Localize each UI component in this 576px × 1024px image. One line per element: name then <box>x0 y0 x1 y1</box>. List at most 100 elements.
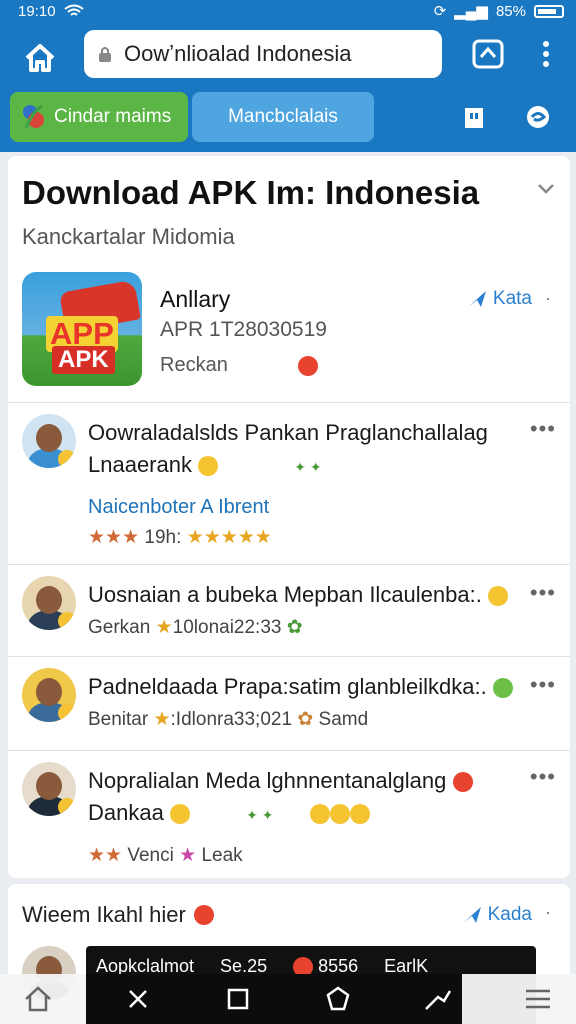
browser-toolbar: Oowʼnlioalad Indonesia Cindar maims Manc… <box>0 22 576 152</box>
emoji-icon <box>492 678 513 699</box>
more-icon[interactable]: ••• <box>530 580 556 606</box>
more-icon[interactable]: ••• <box>530 764 556 790</box>
tabs-icon <box>472 39 504 69</box>
share-label: Kata <box>492 288 532 309</box>
emoji-icon <box>58 450 76 468</box>
post-link[interactable]: Naicenboter A Ibrent <box>88 496 269 519</box>
chat-button[interactable] <box>518 98 558 138</box>
wifi-icon <box>63 4 84 16</box>
star-icon: ★★★★★ <box>186 527 272 548</box>
divider <box>8 402 570 403</box>
star-icon: ★ <box>155 617 173 638</box>
signal-icon: ▂▄▆ <box>454 3 488 20</box>
emoji-icon <box>198 456 219 477</box>
bottom-navigation <box>0 974 576 1024</box>
pentagon-icon <box>326 986 350 1011</box>
app-version: APR 1T28030519 <box>160 318 327 341</box>
bookmark-button[interactable] <box>454 98 494 138</box>
share-icon <box>462 907 481 923</box>
battery-icon <box>534 4 564 18</box>
more-icon[interactable]: ••• <box>530 416 556 442</box>
avatar <box>22 414 76 468</box>
post-line2: Dankaa <box>88 800 164 825</box>
star-icon: ★★ <box>88 845 123 866</box>
nav-square-button[interactable] <box>220 981 256 1017</box>
apk-icon-label: APK <box>52 346 115 374</box>
section-title-text: Wieem Ikahl hier <box>22 902 186 927</box>
close-icon <box>129 990 147 1008</box>
emoji-icon <box>193 905 214 925</box>
emoji-icon <box>58 704 76 722</box>
chat-icon <box>527 106 549 128</box>
nav-close-button[interactable] <box>120 981 156 1017</box>
emoji-icon <box>297 355 318 376</box>
post-line2: Lnaaerank <box>88 452 192 477</box>
url-text: Oowʼnlioalad Indonesia <box>124 41 352 66</box>
tabs-button[interactable] <box>468 34 508 74</box>
post-meta-time: 10lonai22:33 <box>172 617 282 638</box>
page-title: Download APK Im: Indonesia <box>22 174 480 211</box>
post-meta-time: :Idlonra33;021 <box>170 709 293 730</box>
star-icon: ★ <box>179 845 197 866</box>
more-icon[interactable]: · <box>540 903 556 921</box>
tab-label: Cindar maims <box>54 106 172 127</box>
home-button[interactable] <box>18 36 62 80</box>
avatar-head <box>36 424 62 452</box>
tab-green[interactable]: Cindar maims <box>10 92 188 142</box>
nav-hook-button[interactable] <box>420 981 456 1017</box>
status-time: 19:10 <box>18 2 56 20</box>
more-icon[interactable]: · <box>540 289 556 307</box>
flower-icon: ✿ <box>297 709 314 730</box>
hook-icon <box>425 990 452 1010</box>
share-button[interactable]: Kada <box>462 904 532 926</box>
hamburger-icon <box>526 989 550 1009</box>
post-text: Padneldaada Prapa:satim glanbleilkdka:. <box>88 674 513 700</box>
post-meta-author: Gerkan <box>88 617 151 638</box>
share-label: Kada <box>487 904 532 925</box>
nav-pentagon-button[interactable] <box>320 981 356 1017</box>
post-line1: Padneldaada Prapa:satim glanbleilkdka:. <box>88 674 487 699</box>
nav-home-button[interactable] <box>20 981 56 1017</box>
emoji-icon <box>309 804 330 825</box>
tab-label: Mancbclalais <box>228 106 338 127</box>
post-text-2: Dankaa ✦ ✦ <box>88 800 370 826</box>
post-text-2: Lnaaerank ✦ ✦ <box>88 452 322 478</box>
menu-button[interactable] <box>526 34 566 74</box>
post-meta: Benitar ★:Idlonra33;021 ✿ Samd <box>88 708 368 731</box>
post-meta-time: Leak <box>201 845 243 866</box>
post-meta-author: Benitar <box>88 709 149 730</box>
post-meta: ★★ Venci ★ Leak <box>88 844 243 867</box>
more-icon[interactable]: ••• <box>530 672 556 698</box>
chevron-down-icon[interactable] <box>536 178 556 198</box>
share-button[interactable]: Kata <box>467 288 532 310</box>
home-icon <box>25 44 55 72</box>
post-meta: Gerkan ★10lonai22:33 ✿ <box>88 616 303 639</box>
emoji-icon <box>487 586 508 607</box>
app-action-row: Reckan <box>160 354 318 377</box>
post-meta-author: Venci <box>127 845 174 866</box>
app-icon[interactable]: APP APK <box>22 272 142 386</box>
reckan-button[interactable]: Reckan <box>160 354 228 377</box>
leaf-icon: ✿ <box>286 617 303 638</box>
nav-menu-button[interactable] <box>520 981 556 1017</box>
address-bar[interactable]: Oowʼnlioalad Indonesia <box>84 30 442 78</box>
sync-icon: ⟳ <box>433 3 447 20</box>
page-subtitle: Kanckartalar Midomia <box>22 224 235 249</box>
sparkle-icon: ✦ ✦ <box>294 459 322 475</box>
avatar-head <box>36 772 62 800</box>
avatar-head <box>36 586 62 614</box>
emoji-icon <box>329 804 350 825</box>
bookmark-icon <box>465 108 483 128</box>
emoji-icon <box>349 804 370 825</box>
battery-text: 85% <box>495 2 526 20</box>
post-meta-time: 19h: <box>144 527 182 548</box>
app-name: Anllary <box>160 286 231 312</box>
tab-blue[interactable]: Mancbclalais <box>192 92 374 142</box>
post-line1: Uosnaian a bubeka Mepban Ilcaulenba:. <box>88 582 482 607</box>
avatar <box>22 576 76 630</box>
post-text: Uosnaian a bubeka Mepban Ilcaulenba:. <box>88 582 508 608</box>
menu-icon <box>543 41 549 67</box>
emoji-icon <box>452 772 473 793</box>
section-title: Wieem Ikahl hier <box>22 902 214 928</box>
emoji-icon <box>58 612 76 630</box>
